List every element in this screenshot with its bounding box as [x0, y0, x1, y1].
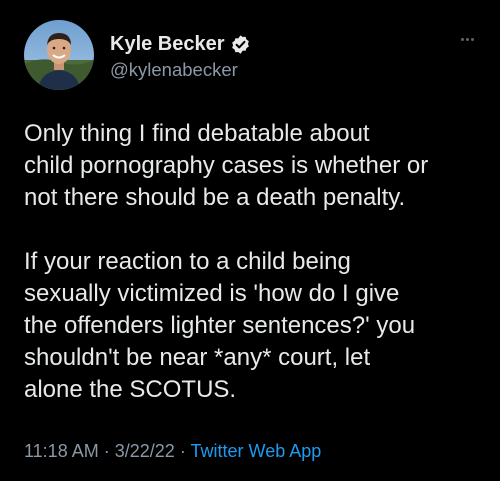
verified-badge-icon — [230, 34, 251, 55]
tweet-card: Kyle Becker @kylenabecker Only thing I f… — [0, 0, 500, 481]
tweet-text-line: Only thing I find debatable about — [24, 120, 370, 147]
tweet-text-line: child pornography cases is whether or — [24, 152, 429, 179]
avatar[interactable] — [24, 20, 94, 90]
tweet-metadata: 11:18 AM · 3/22/22 · Twitter Web App — [24, 441, 321, 462]
tweet-text-line: shouldn't be near *any* court, let — [24, 344, 371, 371]
tweet-text-line: alone the SCOTUS. — [24, 376, 237, 403]
tweet-text-line: If your reaction to a child being — [24, 248, 351, 275]
meta-separator: · — [179, 441, 186, 461]
tweet-time[interactable]: 11:18 AM — [24, 441, 99, 461]
author-handle[interactable]: @kylenabecker — [110, 59, 238, 81]
meta-separator: · — [103, 441, 110, 461]
tweet-date[interactable]: 3/22/22 — [115, 441, 175, 461]
tweet-text-line: sexually victimized is 'how do I give — [24, 280, 400, 307]
author-name-row[interactable]: Kyle Becker — [110, 31, 251, 57]
tweet-text-paragraph-1: Only thing I find debatable about child … — [24, 118, 494, 214]
tweet-source-link[interactable]: Twitter Web App — [191, 441, 322, 461]
author-display-name[interactable]: Kyle Becker — [110, 33, 225, 56]
more-options-icon[interactable] — [452, 30, 482, 48]
tweet-text-paragraph-2: If your reaction to a child being sexual… — [24, 246, 494, 406]
tweet-text-line: the offenders lighter sentences?' you — [24, 312, 416, 339]
tweet-text-line: not there should be a death penalty. — [24, 184, 406, 211]
avatar-image — [24, 20, 94, 90]
